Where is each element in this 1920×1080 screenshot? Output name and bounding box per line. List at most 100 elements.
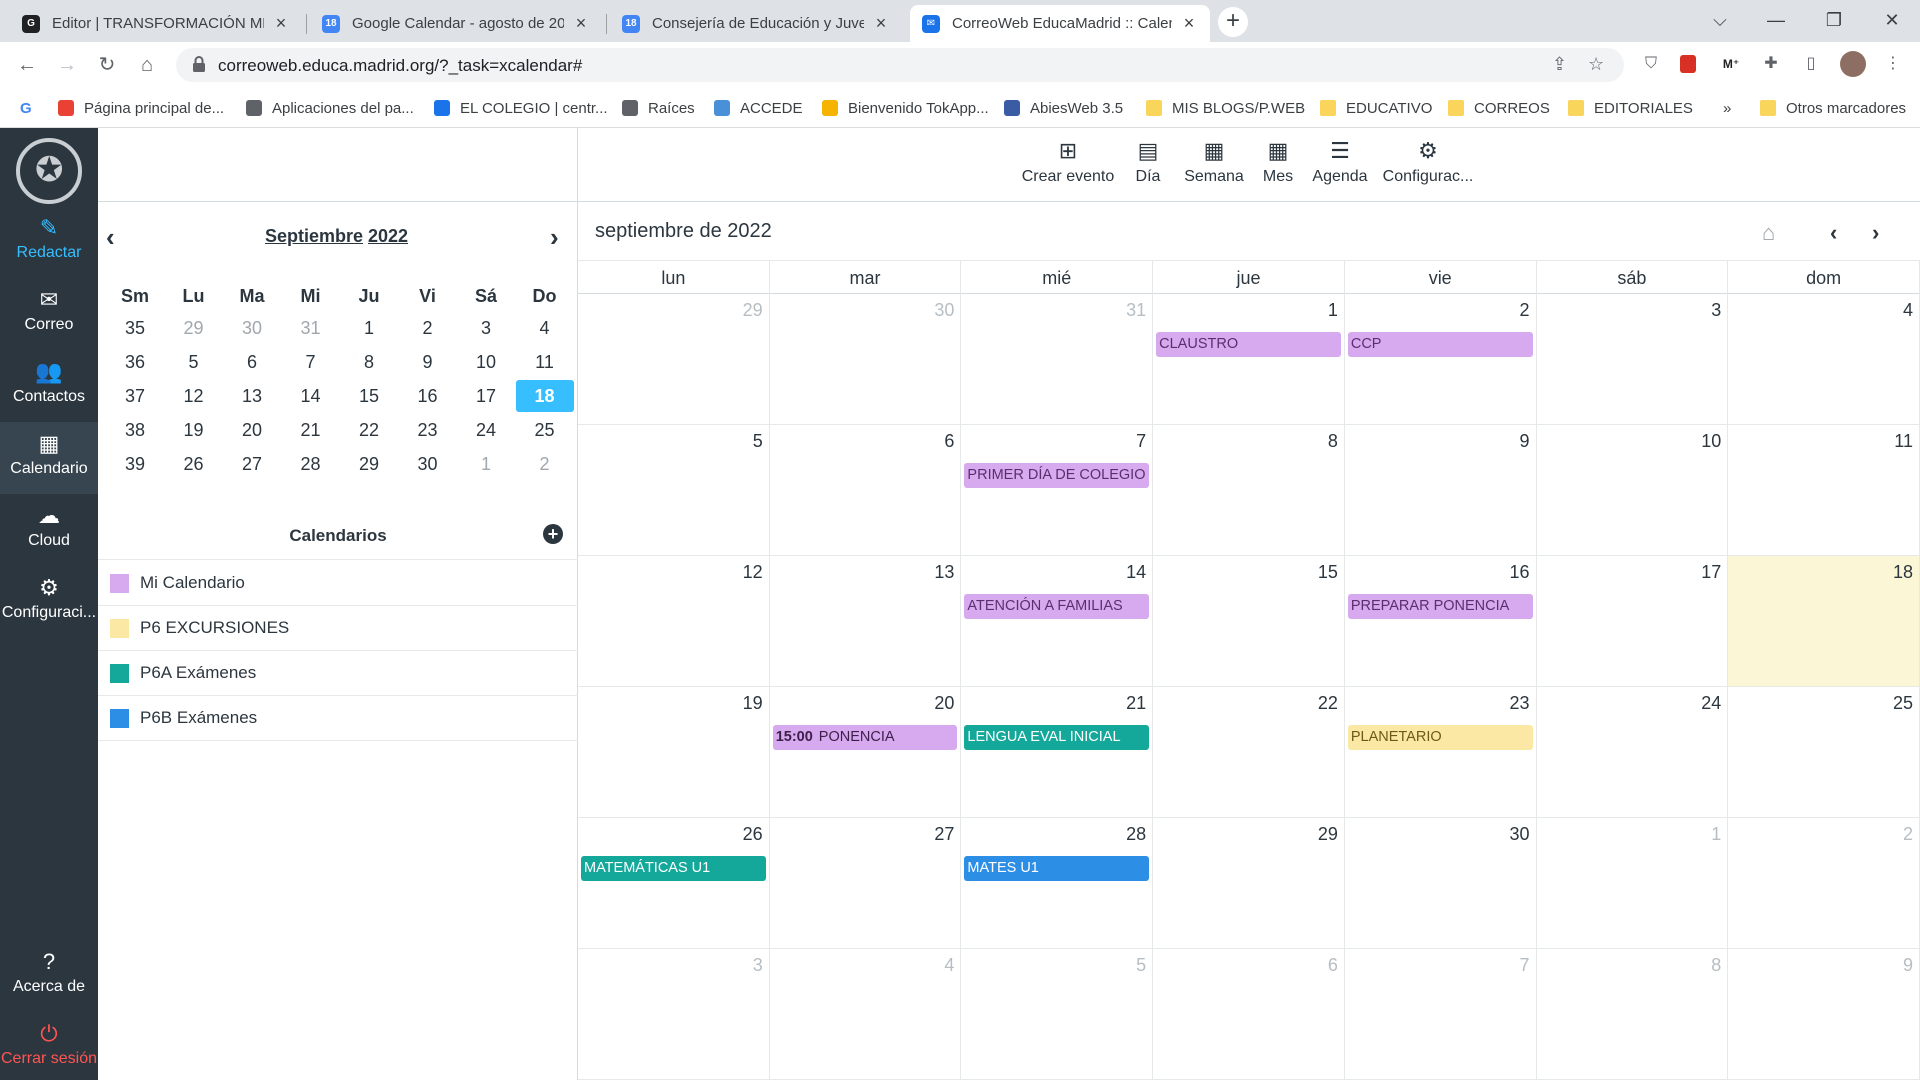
calendar-list-item[interactable]: P6A Exámenes: [98, 651, 578, 696]
day-cell[interactable]: 27: [769, 818, 962, 949]
bookmark-9[interactable]: EDUCATIVO: [1320, 96, 1432, 120]
mini-day[interactable]: 8: [340, 346, 398, 378]
calendar-event[interactable]: PLANETARIO: [1347, 725, 1533, 750]
day-cell[interactable]: 5: [578, 425, 770, 556]
forward-arrow-icon[interactable]: →: [52, 50, 82, 80]
bookmark-11[interactable]: EDITORIALES: [1568, 96, 1693, 120]
mini-day[interactable]: 14: [282, 380, 340, 412]
day-cell[interactable]: 22: [1153, 687, 1345, 818]
calendar-color-swatch[interactable]: [110, 709, 129, 728]
home-icon[interactable]: ⌂: [132, 50, 162, 80]
day-cell[interactable]: 25: [1728, 687, 1920, 818]
day-cell[interactable]: 8: [1153, 425, 1345, 556]
day-cell[interactable]: 20 15:00 PONENCIA: [769, 687, 962, 818]
nav-item-mail[interactable]: ✉ Correo: [0, 278, 98, 350]
mini-day[interactable]: 31: [282, 312, 340, 344]
day-cell[interactable]: 10: [1536, 425, 1729, 556]
day-cell[interactable]: 3: [1536, 294, 1729, 425]
share-icon[interactable]: ⇪: [1552, 54, 1567, 75]
day-cell[interactable]: 21 LENGUA EVAL INICIAL: [961, 687, 1154, 818]
day-cell[interactable]: 17: [1536, 556, 1729, 687]
new-tab-button[interactable]: +: [1218, 7, 1248, 37]
nav-item-contacts[interactable]: 👥 Contactos: [0, 350, 98, 422]
mini-day[interactable]: 25: [516, 414, 574, 446]
mini-day[interactable]: 10: [457, 346, 515, 378]
back-arrow-icon[interactable]: ←: [12, 50, 42, 80]
calendar-event[interactable]: CCP: [1347, 332, 1533, 357]
mini-day[interactable]: 12: [165, 380, 223, 412]
calendar-color-swatch[interactable]: [110, 574, 129, 593]
mini-next-month-icon[interactable]: ›: [550, 222, 559, 253]
day-cell[interactable]: 9: [1728, 949, 1920, 1080]
shield-extension-icon[interactable]: ⛉: [1640, 53, 1662, 75]
bookmark-star-icon[interactable]: ☆: [1588, 54, 1604, 75]
prev-month-icon[interactable]: ‹: [1830, 220, 1837, 246]
toolbar-list-button[interactable]: ☰ Agenda: [1290, 136, 1390, 186]
bookmark-2[interactable]: Aplicaciones del pa...: [246, 96, 414, 120]
mini-day[interactable]: 1: [340, 312, 398, 344]
mini-prev-month-icon[interactable]: ‹: [106, 222, 115, 253]
side-panel-icon[interactable]: ▯: [1800, 53, 1822, 75]
tab-search-chevron-icon[interactable]: ⌵: [1692, 0, 1748, 42]
bookmark-1[interactable]: Página principal de...: [58, 96, 224, 120]
day-cell[interactable]: 2: [1728, 818, 1920, 949]
mini-day[interactable]: 3: [457, 312, 515, 344]
day-cell[interactable]: 9: [1344, 425, 1537, 556]
mini-day[interactable]: 29: [165, 312, 223, 344]
day-cell[interactable]: 4: [1728, 294, 1920, 425]
day-cell[interactable]: 28 MATES U1: [961, 818, 1154, 949]
mini-day[interactable]: 6: [223, 346, 281, 378]
bookmark-10[interactable]: CORREOS: [1448, 96, 1550, 120]
mini-day[interactable]: 7: [282, 346, 340, 378]
mendeley-extension-icon[interactable]: M⁺: [1720, 53, 1742, 75]
mini-month-select[interactable]: Septiembre: [265, 226, 363, 247]
tab-close-icon[interactable]: ×: [272, 13, 290, 34]
tab-close-icon[interactable]: ×: [572, 13, 590, 34]
bookmark-5[interactable]: ACCEDE: [714, 96, 803, 120]
mini-day[interactable]: 17: [457, 380, 515, 412]
day-cell[interactable]: 5: [961, 949, 1154, 1080]
browser-tab-4[interactable]: ✉ CorreoWeb EducaMadrid :: Calen ×: [910, 5, 1210, 42]
mini-day[interactable]: 1: [457, 448, 515, 480]
tab-close-icon[interactable]: ×: [1180, 13, 1198, 34]
calendar-event[interactable]: 15:00 PONENCIA: [772, 725, 958, 750]
mini-day[interactable]: 26: [165, 448, 223, 480]
mini-day[interactable]: 13: [223, 380, 281, 412]
day-cell[interactable]: 29: [578, 294, 770, 425]
day-cell[interactable]: 6: [1153, 949, 1345, 1080]
mini-day[interactable]: 2: [399, 312, 457, 344]
educamadrid-logo[interactable]: ✪: [16, 138, 82, 204]
reload-icon[interactable]: ↻: [92, 50, 122, 80]
day-cell[interactable]: 13: [769, 556, 962, 687]
mini-day[interactable]: 23: [399, 414, 457, 446]
bookmark-6[interactable]: Bienvenido TokApp...: [822, 96, 989, 120]
bookmark-3[interactable]: EL COLEGIO | centr...: [434, 96, 608, 120]
bookmark-4[interactable]: Raíces: [622, 96, 695, 120]
browser-menu-icon[interactable]: ⋮: [1882, 53, 1904, 75]
toolbar-gear-button[interactable]: ⚙ Configurac...: [1378, 136, 1478, 186]
today-home-icon[interactable]: ⌂: [1762, 220, 1775, 246]
mini-day[interactable]: 21: [282, 414, 340, 446]
other-bookmarks[interactable]: Otros marcadores: [1760, 96, 1906, 120]
close-window-button[interactable]: ✕: [1864, 0, 1920, 42]
more-bookmarks-button[interactable]: »: [1723, 96, 1731, 120]
calendar-event[interactable]: CLAUSTRO: [1156, 332, 1341, 357]
mini-day[interactable]: 27: [223, 448, 281, 480]
day-cell[interactable]: 12: [578, 556, 770, 687]
minimize-button[interactable]: —: [1748, 0, 1804, 42]
day-cell[interactable]: 24: [1536, 687, 1729, 818]
address-bar[interactable]: correoweb.educa.madrid.org/?_task=xcalen…: [176, 48, 1624, 82]
mini-day[interactable]: 30: [399, 448, 457, 480]
day-cell[interactable]: 1 CLAUSTRO: [1153, 294, 1345, 425]
day-cell[interactable]: 2 CCP: [1344, 294, 1537, 425]
day-cell[interactable]: 7 PRIMER DÍA DE COLEGIO: [961, 425, 1154, 556]
mini-day[interactable]: 30: [223, 312, 281, 344]
calendar-event[interactable]: ATENCIÓN A FAMILIAS: [964, 594, 1150, 619]
mini-day[interactable]: 19: [165, 414, 223, 446]
mini-day[interactable]: 15: [340, 380, 398, 412]
day-cell[interactable]: 16 PREPARAR PONENCIA: [1344, 556, 1537, 687]
calendar-list-item[interactable]: Mi Calendario: [98, 561, 578, 606]
calendar-event[interactable]: MATEMÁTICAS U1: [581, 856, 766, 881]
mini-day[interactable]: 2: [516, 448, 574, 480]
nav-item-calendar[interactable]: ▦ Calendario: [0, 422, 98, 494]
